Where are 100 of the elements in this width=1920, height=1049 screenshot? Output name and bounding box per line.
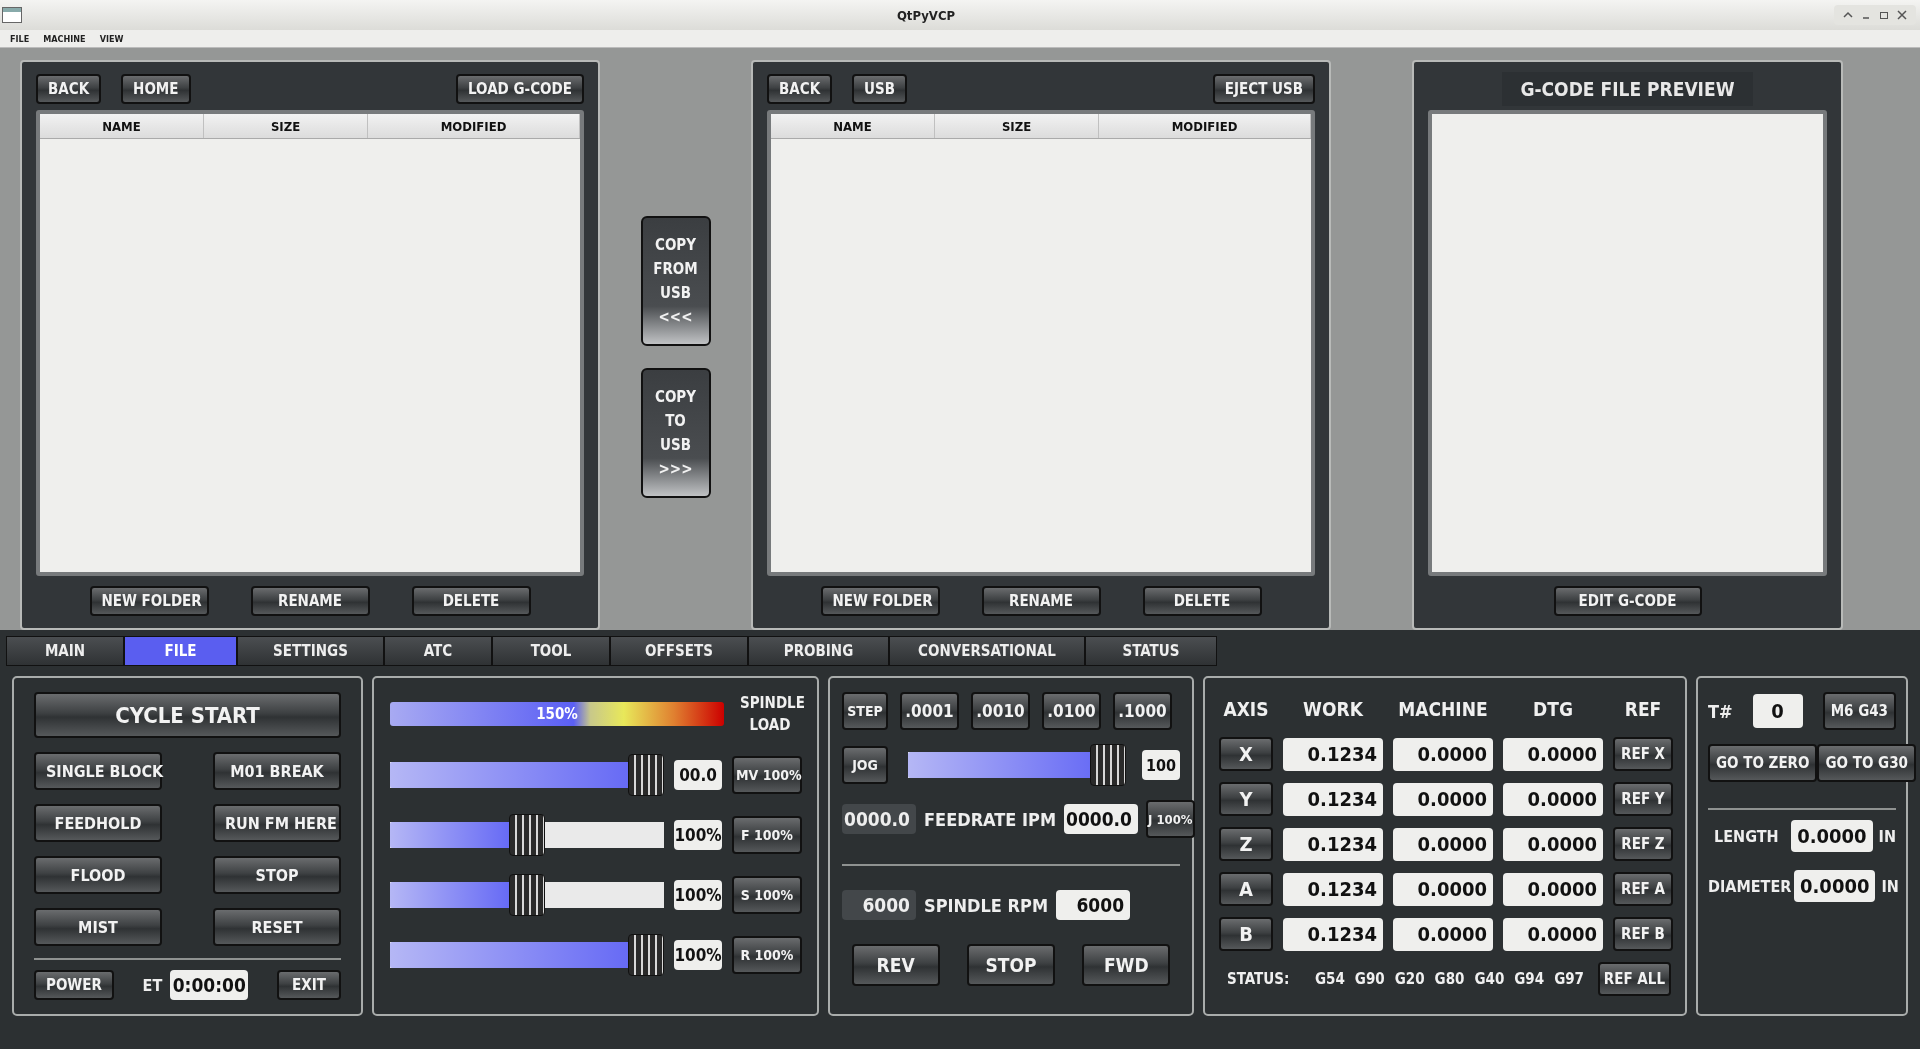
slider-thumb[interactable]: [509, 814, 545, 856]
tool-diameter-field[interactable]: 0.0000: [1794, 870, 1876, 902]
tab[interactable]: MAIN: [6, 636, 124, 666]
program-button[interactable]: FEEDHOLD: [34, 804, 162, 842]
tab[interactable]: ATC: [384, 636, 492, 666]
step-size-button[interactable]: .0100: [1042, 692, 1101, 730]
tool-number-field[interactable]: 0: [1752, 694, 1803, 728]
tab[interactable]: STATUS: [1085, 636, 1217, 666]
reference-button[interactable]: REF A: [1613, 872, 1673, 906]
slider-thumb[interactable]: [628, 754, 664, 796]
column-header[interactable]: NAME: [771, 114, 935, 138]
copy-button[interactable]: COPY FROM USB <<<: [640, 216, 711, 346]
step-size-button[interactable]: .1000: [1113, 692, 1172, 730]
usb-nav-button[interactable]: USB: [852, 74, 908, 104]
file-action-button[interactable]: DELETE: [411, 586, 531, 616]
jog-override-button[interactable]: J 100%: [1146, 800, 1195, 838]
work-position-field: 0.1234: [1283, 782, 1383, 816]
reference-button[interactable]: REF Z: [1613, 827, 1673, 861]
axis-button[interactable]: X: [1219, 737, 1273, 771]
column-header: REF: [1623, 697, 1663, 722]
axis-button[interactable]: Y: [1219, 782, 1273, 816]
close-icon[interactable]: [1896, 9, 1908, 21]
menu-item[interactable]: FILE: [10, 33, 30, 44]
window-icon: [2, 7, 22, 23]
exit-button[interactable]: EXIT: [277, 970, 341, 1000]
slider-thumb[interactable]: [1090, 744, 1126, 786]
usb-nav-button[interactable]: BACK: [767, 74, 833, 104]
spindle-rpm-field[interactable]: 6000: [1056, 890, 1131, 920]
tab[interactable]: OFFSETS: [610, 636, 748, 666]
column-header[interactable]: NAME: [40, 114, 204, 138]
program-button[interactable]: FLOOD: [34, 856, 162, 894]
spindle-button[interactable]: FWD: [1082, 944, 1171, 986]
axis-button[interactable]: Z: [1219, 827, 1273, 861]
load-button[interactable]: LOAD G-CODE: [456, 74, 584, 104]
override-button[interactable]: S 100%: [732, 876, 802, 914]
program-button[interactable]: SINGLE BLOCK: [34, 752, 162, 790]
program-button[interactable]: STOP: [213, 856, 341, 894]
feedrate-field[interactable]: 0000.0: [1064, 804, 1138, 834]
menu-item[interactable]: MACHINE: [43, 33, 86, 44]
file-action-button[interactable]: RENAME: [250, 586, 370, 616]
override-value: 100%: [674, 880, 722, 910]
tool-length-field[interactable]: 0.0000: [1790, 820, 1873, 852]
column-header[interactable]: SIZE: [935, 114, 1099, 138]
tab[interactable]: TOOL: [492, 636, 610, 666]
tab[interactable]: SETTINGS: [237, 636, 384, 666]
step-button[interactable]: STEP: [842, 692, 888, 730]
copy-button[interactable]: COPY TO USB >>>: [640, 368, 711, 498]
spindle-rpm-readout: 6000: [842, 890, 916, 920]
eject-button[interactable]: EJECT USB: [1212, 74, 1315, 104]
tool-number-label: T#: [1708, 700, 1733, 722]
program-button[interactable]: RUN FM HERE: [213, 804, 341, 842]
override-button[interactable]: MV 100%: [732, 756, 802, 794]
go-to-zero-button[interactable]: GO TO ZERO: [1708, 744, 1818, 782]
axis-button[interactable]: B: [1219, 917, 1273, 951]
tab[interactable]: PROBING: [748, 636, 889, 666]
edit-gcode-button[interactable]: EDIT G-CODE: [1553, 586, 1702, 616]
reference-button[interactable]: REF Y: [1613, 782, 1673, 816]
axis-button[interactable]: A: [1219, 872, 1273, 906]
work-position-field: 0.1234: [1283, 737, 1383, 771]
step-size-button[interactable]: .0001: [900, 692, 959, 730]
column-header: WORK: [1302, 697, 1364, 722]
reference-all-button[interactable]: REF ALL: [1597, 962, 1671, 996]
distance-to-go-field: 0.0000: [1503, 872, 1603, 906]
machine-position-field: 0.0000: [1393, 827, 1493, 861]
file-action-button[interactable]: NEW FOLDER: [89, 586, 209, 616]
gcode-status: G97: [1554, 970, 1584, 988]
file-list[interactable]: NAME SIZE MODIFIED: [767, 110, 1315, 576]
column-header[interactable]: MODIFIED: [1099, 114, 1311, 138]
override-button[interactable]: R 100%: [732, 936, 802, 974]
step-size-button[interactable]: .0010: [971, 692, 1030, 730]
file-action-button[interactable]: DELETE: [1142, 586, 1262, 616]
program-button[interactable]: M01 BREAK: [213, 752, 341, 790]
file-action-button[interactable]: RENAME: [981, 586, 1101, 616]
override-value: 100%: [674, 940, 722, 970]
file-action-button[interactable]: NEW FOLDER: [820, 586, 940, 616]
reference-button[interactable]: REF X: [1613, 737, 1673, 771]
tab[interactable]: FILE: [124, 636, 237, 666]
jog-button[interactable]: JOG: [842, 746, 888, 784]
maximize-icon[interactable]: [1878, 9, 1890, 21]
m6-g43-button[interactable]: M6 G43: [1822, 692, 1896, 730]
spindle-button[interactable]: STOP: [967, 944, 1055, 986]
slider-thumb[interactable]: [628, 934, 664, 976]
power-button[interactable]: POWER: [34, 970, 114, 1000]
nav-button[interactable]: HOME: [121, 74, 191, 104]
spindle-button[interactable]: REV: [851, 944, 940, 986]
tab[interactable]: CONVERSATIONAL: [889, 636, 1085, 666]
slider-thumb[interactable]: [509, 874, 545, 916]
reference-button[interactable]: REF B: [1613, 917, 1673, 951]
cycle-start-button[interactable]: CYCLE START: [34, 692, 341, 738]
program-button[interactable]: RESET: [213, 908, 341, 946]
distance-to-go-field: 0.0000: [1503, 827, 1603, 861]
go-to-g30-button[interactable]: GO TO G30: [1817, 744, 1916, 782]
override-button[interactable]: F 100%: [732, 816, 802, 854]
file-list[interactable]: NAME SIZE MODIFIED: [36, 110, 584, 576]
menu-item[interactable]: VIEW: [99, 33, 124, 44]
column-header[interactable]: SIZE: [204, 114, 368, 138]
column-header[interactable]: MODIFIED: [368, 114, 580, 138]
nav-button[interactable]: BACK: [36, 74, 102, 104]
program-button[interactable]: MIST: [34, 908, 162, 946]
gcode-status: G94: [1514, 970, 1545, 988]
